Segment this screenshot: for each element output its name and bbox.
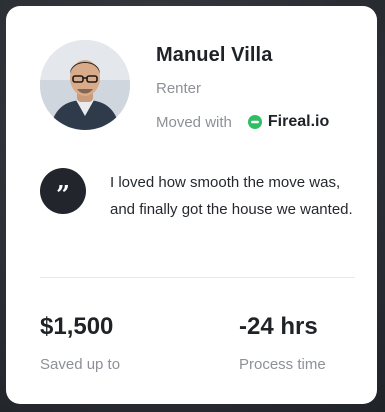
testimonial-quote: I loved how smooth the move was, and fin… [110, 174, 353, 218]
divider [40, 277, 355, 278]
testimonial-card: Manuel Villa Renter Moved with Fireal.io… [6, 6, 377, 404]
savings-label: Saved up to [40, 356, 121, 373]
savings-value: $1,500 [40, 313, 114, 340]
moved-with-label: Moved with [156, 113, 232, 131]
person-role: Renter [156, 80, 202, 97]
backdrop: Manuel Villa Renter Moved with Fireal.io… [0, 0, 385, 412]
fireal-logo-icon [247, 115, 262, 129]
moved-with-row: Moved with Fireal.io [156, 112, 329, 132]
person-name: Manuel Villa [156, 44, 273, 66]
process-time-value: -24 hrs [239, 313, 318, 340]
avatar [40, 40, 130, 130]
process-time-label: Process time [239, 356, 326, 373]
brand-link[interactable]: Fireal.io [268, 113, 329, 131]
quote-icon: ” [40, 168, 86, 214]
